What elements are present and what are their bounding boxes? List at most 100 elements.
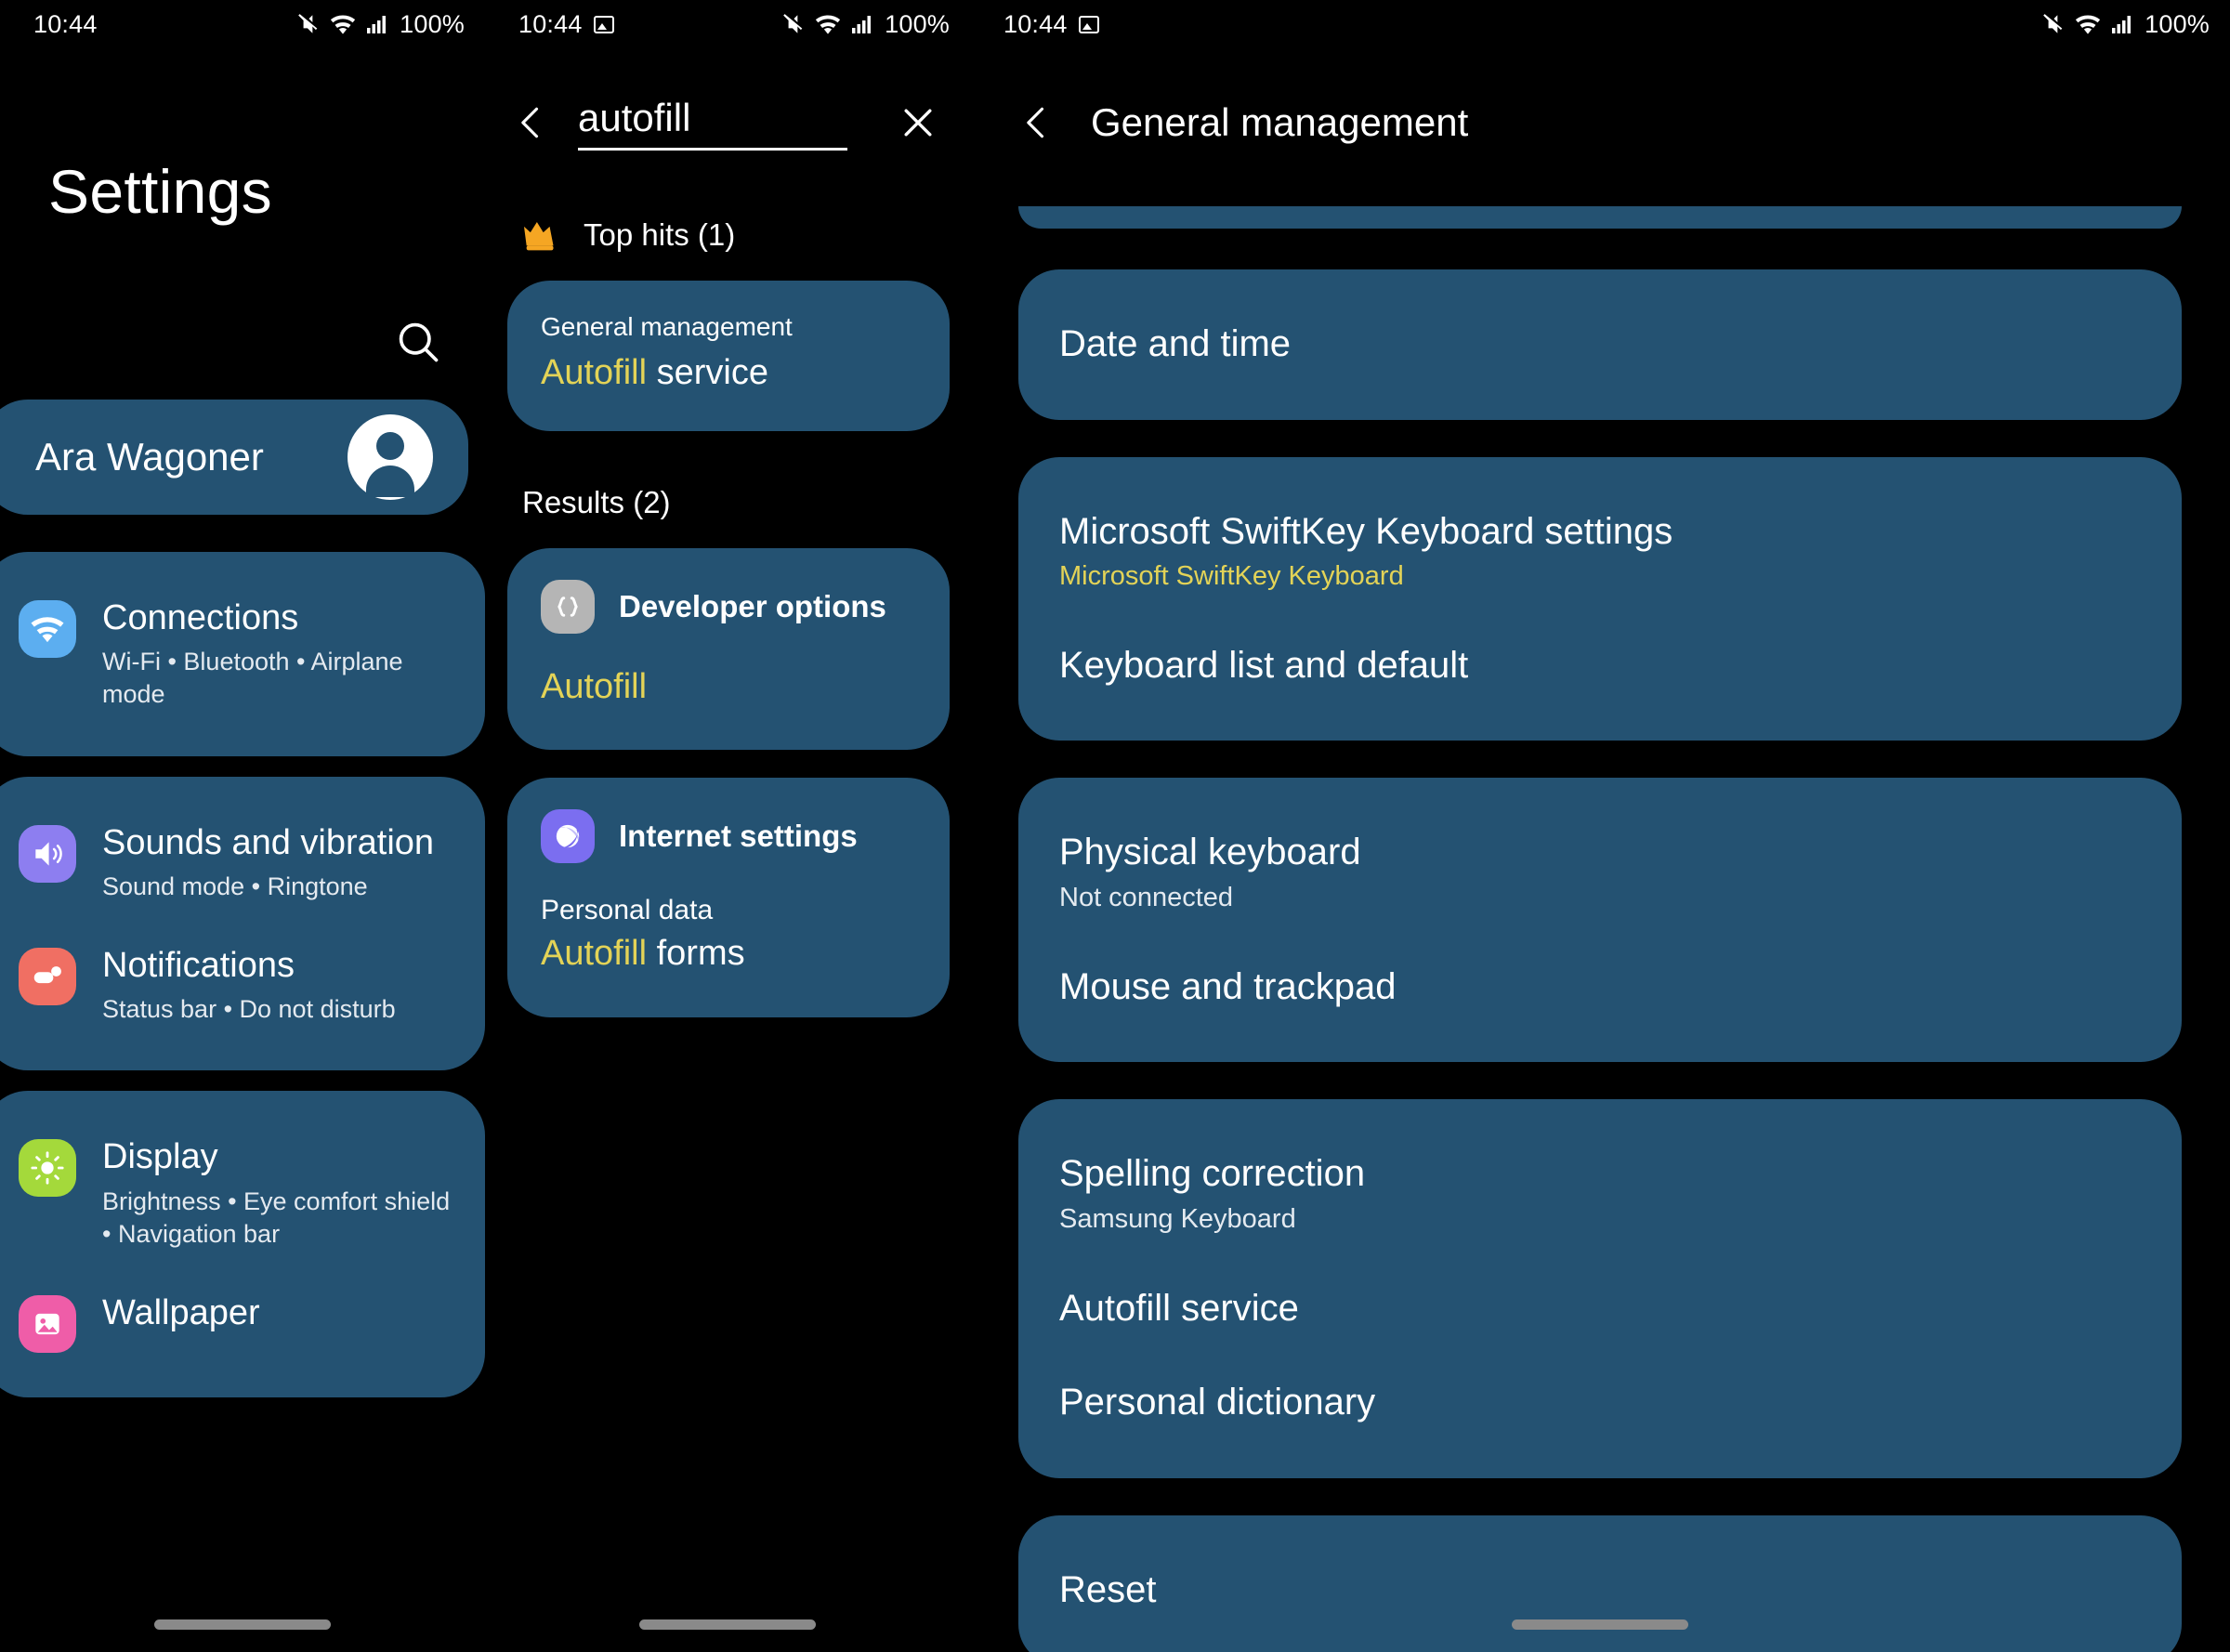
sidebar-item-display[interactable]: Display Brightness • Eye comfort shield …: [0, 1115, 485, 1271]
item-label: Autofill service: [1059, 1287, 1299, 1329]
wifi-icon: [329, 12, 357, 36]
gesture-navigation-bar[interactable]: [154, 1619, 331, 1630]
three-panel-screenshot: 10:44 100% Settings Ara Wagoner Connecti…: [0, 0, 2230, 1652]
wifi-icon: [814, 12, 842, 36]
item-subtitle: Not connected: [1059, 883, 1234, 913]
general-management-panel: 10:44 100% General management Date and t…: [970, 0, 2230, 1652]
item-label: Physical keyboard: [1059, 832, 1361, 873]
item-label: Reset: [1059, 1568, 1157, 1610]
list-item-autofill-service[interactable]: Autofill service: [1018, 1262, 2182, 1357]
list-item-keyboard-list-and-default[interactable]: Keyboard list and default: [1018, 619, 2182, 714]
sidebar-item-subtitle: Status bar • Do not disturb: [102, 995, 396, 1024]
battery-percent: 100%: [885, 9, 950, 38]
sidebar-item-label: Connections: [102, 598, 299, 637]
signal-icon: [365, 13, 387, 35]
wifi-icon: [19, 600, 76, 658]
crown-icon: [520, 217, 563, 253]
profile-name: Ara Wagoner: [35, 435, 264, 479]
notification-icon: [19, 948, 76, 1005]
settings-group-display-wallpaper: Display Brightness • Eye comfort shield …: [0, 1091, 485, 1397]
profile-card[interactable]: Ara Wagoner: [0, 400, 468, 515]
settings-group-reset: Reset: [1018, 1514, 2182, 1652]
settings-search-panel: 10:44 100% autofill Top hits (1) General…: [485, 0, 970, 1652]
wallpaper-icon: [19, 1295, 76, 1353]
item-label: Personal dictionary: [1059, 1382, 1376, 1423]
panel-divider: [970, 0, 973, 1652]
item-label: Keyboard list and default: [1059, 644, 1469, 686]
sidebar-item-connections[interactable]: Connections Wi-Fi • Bluetooth • Airplane…: [0, 576, 485, 732]
wifi-icon: [2074, 12, 2102, 36]
highlight-term: Autofill: [541, 666, 648, 706]
sidebar-item-subtitle: Brightness • Eye comfort shield • Naviga…: [102, 1187, 451, 1248]
settings-group-text-services: Spelling correction Samsung Keyboard Aut…: [1018, 1099, 2182, 1478]
search-row: [0, 227, 485, 366]
signal-icon: [2110, 13, 2132, 35]
list-item-spelling-correction[interactable]: Spelling correction Samsung Keyboard: [1018, 1127, 2182, 1261]
item-subtitle: Microsoft SwiftKey Keyboard: [1059, 561, 1404, 592]
page-title: General management: [1091, 100, 1469, 144]
mute-icon: [2041, 12, 2066, 36]
signal-icon: [850, 13, 872, 35]
result-card-internet-settings[interactable]: Internet settings Personal data Autofill…: [507, 778, 950, 1017]
speaker-icon: [19, 824, 76, 883]
code-braces-icon: [541, 579, 595, 634]
image-thumbnail-icon: [1078, 15, 1099, 33]
sidebar-item-label: Notifications: [102, 946, 295, 985]
result-app-name: Internet settings: [619, 819, 858, 853]
breadcrumb: General management: [541, 312, 793, 341]
item-label: Date and time: [1059, 323, 1292, 364]
top-hit-card[interactable]: General management Autofill service: [507, 281, 950, 431]
list-item-physical-keyboard[interactable]: Physical keyboard Not connected: [1018, 806, 2182, 939]
item-label: Microsoft SwiftKey Keyboard settings: [1059, 510, 1673, 552]
partial-card-above: [1018, 206, 2182, 229]
back-chevron-icon[interactable]: [511, 102, 552, 143]
item-subtitle: Samsung Keyboard: [1059, 1203, 1296, 1234]
item-label: Mouse and trackpad: [1059, 965, 1397, 1007]
sidebar-item-subtitle: Sound mode • Ringtone: [102, 872, 368, 900]
search-header: autofill: [485, 72, 970, 173]
list-item-swiftkey-settings[interactable]: Microsoft SwiftKey Keyboard settings Mic…: [1018, 485, 2182, 619]
sidebar-item-label: Sounds and vibration: [102, 822, 435, 862]
gesture-navigation-bar[interactable]: [639, 1619, 816, 1630]
settings-home-panel: 10:44 100% Settings Ara Wagoner Connecti…: [0, 0, 485, 1652]
sidebar-item-label: Display: [102, 1137, 218, 1177]
sidebar-item-subtitle: Wi-Fi • Bluetooth • Airplane mode: [102, 648, 403, 709]
settings-group-input-devices: Physical keyboard Not connected Mouse an…: [1018, 778, 2182, 1063]
title-remainder: forms: [647, 934, 745, 973]
highlight-term: Autofill: [541, 934, 648, 973]
settings-group-keyboards: Microsoft SwiftKey Keyboard settings Mic…: [1018, 456, 2182, 741]
title-remainder: service: [647, 353, 768, 392]
settings-group-sounds-notifications: Sounds and vibration Sound mode • Ringto…: [0, 776, 485, 1071]
result-title: Autofill: [541, 665, 916, 710]
brightness-sun-icon: [19, 1139, 76, 1198]
list-item-mouse-and-trackpad[interactable]: Mouse and trackpad: [1018, 940, 2182, 1035]
mute-icon: [781, 12, 806, 36]
samsung-internet-globe-icon: [541, 809, 595, 863]
battery-percent: 100%: [400, 9, 465, 38]
page-title: Settings: [48, 157, 272, 226]
list-item-personal-dictionary[interactable]: Personal dictionary: [1018, 1356, 2182, 1450]
gesture-navigation-bar[interactable]: [1512, 1619, 1688, 1630]
search-input[interactable]: autofill: [578, 96, 847, 151]
status-bar-middle: 10:44 100%: [485, 0, 970, 48]
status-time: 10:44: [33, 9, 98, 38]
sidebar-item-notifications[interactable]: Notifications Status bar • Do not distur…: [0, 924, 485, 1046]
sidebar-item-sounds-and-vibration[interactable]: Sounds and vibration Sound mode • Ringto…: [0, 801, 485, 924]
close-x-icon[interactable]: [898, 102, 938, 143]
top-hits-header: Top hits (1): [485, 173, 970, 253]
status-bar-right: 10:44 100%: [970, 0, 2230, 48]
list-item-date-and-time[interactable]: Date and time: [1018, 297, 2182, 392]
result-app-name: Developer options: [619, 588, 886, 623]
results-label: Results (2): [522, 484, 671, 519]
top-hit-title: Autofill service: [541, 351, 916, 396]
battery-percent: 100%: [2145, 9, 2210, 38]
search-icon[interactable]: [394, 318, 442, 366]
result-card-developer-options[interactable]: Developer options Autofill: [507, 547, 950, 750]
panel-divider: [485, 0, 488, 1652]
settings-list: Date and time Microsoft SwiftKey Keyboar…: [970, 173, 2230, 1652]
status-time: 10:44: [518, 9, 583, 38]
back-chevron-icon[interactable]: [1017, 102, 1057, 143]
sidebar-item-wallpaper[interactable]: Wallpaper: [0, 1271, 485, 1373]
sidebar-item-label: Wallpaper: [102, 1293, 260, 1332]
settings-group-date-time: Date and time: [1018, 269, 2182, 420]
